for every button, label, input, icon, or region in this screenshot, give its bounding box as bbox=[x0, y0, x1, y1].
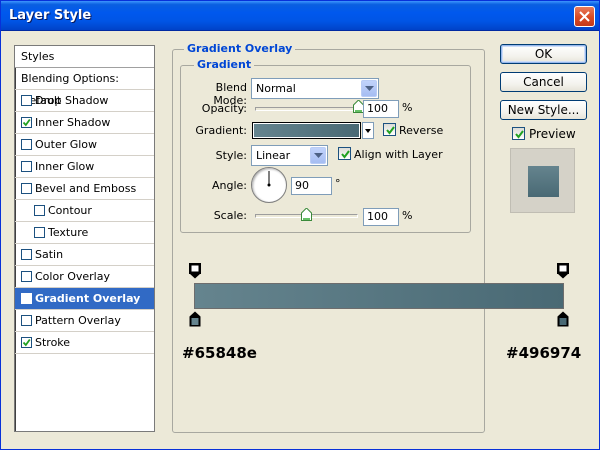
opacity-stop-right[interactable] bbox=[557, 263, 569, 279]
ok-button[interactable]: OK bbox=[500, 44, 587, 64]
preview-swatch bbox=[528, 166, 559, 197]
angle-input[interactable]: 90 bbox=[291, 177, 332, 195]
styles-list: Styles Blending Options: Default Drop Sha… bbox=[14, 45, 155, 432]
styles-item-blending-options-default[interactable]: Blending Options: Default bbox=[15, 68, 154, 107]
styles-item-drop-shadow[interactable]: Drop Shadow bbox=[15, 90, 154, 112]
preview-checkbox[interactable] bbox=[512, 127, 525, 140]
styles-header[interactable]: Styles bbox=[15, 46, 154, 68]
style-select[interactable]: Linear bbox=[251, 145, 328, 166]
scale-input[interactable]: 100 bbox=[363, 208, 399, 226]
color-overlay-checkbox[interactable] bbox=[21, 271, 32, 282]
blend-mode-value: Normal bbox=[256, 82, 296, 95]
blend-mode-dropdown-button[interactable] bbox=[361, 80, 377, 97]
check-icon bbox=[386, 126, 395, 135]
styles-item-label: Satin bbox=[35, 248, 64, 261]
bevel-and-emboss-checkbox[interactable] bbox=[21, 183, 32, 194]
inner-glow-checkbox[interactable] bbox=[21, 161, 32, 172]
scale-unit: % bbox=[402, 209, 413, 222]
styles-item-label: Drop Shadow bbox=[35, 94, 109, 107]
gradient-subgroup-title: Gradient bbox=[194, 58, 255, 71]
angle-dial[interactable] bbox=[251, 167, 287, 203]
opacity-label: Opacity: bbox=[201, 102, 247, 115]
contour-checkbox[interactable] bbox=[34, 205, 45, 216]
scale-label: Scale: bbox=[213, 209, 247, 222]
angle-unit: ° bbox=[335, 177, 341, 190]
gradient-picker[interactable] bbox=[252, 122, 361, 139]
styles-item-label: Inner Shadow bbox=[35, 116, 111, 129]
end-color-hex: #496974 bbox=[506, 344, 582, 362]
check-icon bbox=[22, 294, 31, 303]
style-label: Style: bbox=[215, 149, 247, 162]
styles-item-inner-shadow[interactable]: Inner Shadow bbox=[15, 112, 154, 134]
styles-item-label: Gradient Overlay bbox=[35, 292, 141, 305]
opacity-slider-thumb[interactable] bbox=[352, 100, 364, 113]
layer-style-dialog: Layer Style Styles Blending Options: Def… bbox=[0, 0, 600, 450]
scale-slider-thumb[interactable] bbox=[301, 208, 312, 221]
styles-item-stroke[interactable]: Stroke bbox=[15, 332, 154, 354]
styles-item-inner-glow[interactable]: Inner Glow bbox=[15, 156, 154, 178]
styles-item-label: Pattern Overlay bbox=[35, 314, 121, 327]
stroke-checkbox[interactable] bbox=[21, 337, 32, 348]
close-icon bbox=[579, 11, 590, 22]
title-bar[interactable]: Layer Style bbox=[1, 1, 599, 31]
opacity-stop-left[interactable] bbox=[189, 263, 201, 279]
opacity-input[interactable]: 100 bbox=[363, 100, 399, 118]
styles-item-contour[interactable]: Contour bbox=[15, 200, 154, 222]
outer-glow-checkbox[interactable] bbox=[21, 139, 32, 150]
styles-item-bevel-and-emboss[interactable]: Bevel and Emboss bbox=[15, 178, 154, 200]
triangle-down-icon bbox=[365, 129, 371, 133]
check-icon bbox=[22, 118, 31, 127]
styles-item-pattern-overlay[interactable]: Pattern Overlay bbox=[15, 310, 154, 332]
styles-item-label: Texture bbox=[48, 226, 89, 239]
styles-item-outer-glow[interactable]: Outer Glow bbox=[15, 134, 154, 156]
check-icon bbox=[22, 338, 31, 347]
styles-item-label: Outer Glow bbox=[35, 138, 98, 151]
styles-item-label: Color Overlay bbox=[35, 270, 110, 283]
styles-item-label: Bevel and Emboss bbox=[35, 182, 137, 195]
gradient-dropdown-button[interactable] bbox=[362, 122, 374, 139]
reverse-checkbox[interactable] bbox=[383, 123, 396, 136]
new-style-button[interactable]: New Style... bbox=[500, 100, 587, 120]
texture-checkbox[interactable] bbox=[34, 227, 45, 238]
styles-item-label: Stroke bbox=[35, 336, 71, 349]
styles-item-color-overlay[interactable]: Color Overlay bbox=[15, 266, 154, 288]
satin-checkbox[interactable] bbox=[21, 249, 32, 260]
reverse-label: Reverse bbox=[399, 124, 444, 137]
chevron-down-icon bbox=[314, 153, 323, 158]
styles-item-label: Inner Glow bbox=[35, 160, 95, 173]
style-dropdown-button[interactable] bbox=[310, 147, 326, 164]
chevron-down-icon bbox=[365, 86, 374, 91]
angle-label: Angle: bbox=[211, 179, 247, 192]
gradient-preview bbox=[254, 124, 359, 137]
align-with-layer-checkbox[interactable] bbox=[338, 147, 351, 160]
opacity-slider-track[interactable] bbox=[255, 107, 358, 111]
color-stop-left[interactable] bbox=[189, 311, 201, 327]
cancel-button[interactable]: Cancel bbox=[500, 72, 587, 92]
styles-item-label: Contour bbox=[48, 204, 92, 217]
styles-item-satin[interactable]: Satin bbox=[15, 244, 154, 266]
check-icon bbox=[341, 150, 350, 159]
preview-label: Preview bbox=[529, 127, 576, 141]
window-title: Layer Style bbox=[9, 8, 92, 23]
gradient-overlay-title: Gradient Overlay bbox=[184, 42, 296, 55]
angle-needle bbox=[267, 171, 271, 187]
check-icon bbox=[515, 130, 524, 139]
color-stop-right[interactable] bbox=[557, 311, 569, 327]
pattern-overlay-checkbox[interactable] bbox=[21, 315, 32, 326]
gradient-label: Gradient: bbox=[195, 124, 247, 137]
blend-mode-select[interactable]: Normal bbox=[251, 78, 379, 99]
start-color-hex: #65848e bbox=[182, 344, 257, 362]
opacity-unit: % bbox=[402, 101, 413, 114]
align-with-layer-label: Align with Layer bbox=[354, 148, 443, 161]
gradient-bar[interactable] bbox=[194, 283, 564, 309]
drop-shadow-checkbox[interactable] bbox=[21, 95, 32, 106]
gradient-overlay-checkbox[interactable] bbox=[21, 293, 32, 304]
preview-thumbnail bbox=[510, 148, 575, 213]
close-button[interactable] bbox=[574, 6, 595, 27]
styles-item-gradient-overlay[interactable]: Gradient Overlay bbox=[15, 288, 154, 310]
styles-item-texture[interactable]: Texture bbox=[15, 222, 154, 244]
inner-shadow-checkbox[interactable] bbox=[21, 117, 32, 128]
style-value: Linear bbox=[256, 149, 291, 162]
